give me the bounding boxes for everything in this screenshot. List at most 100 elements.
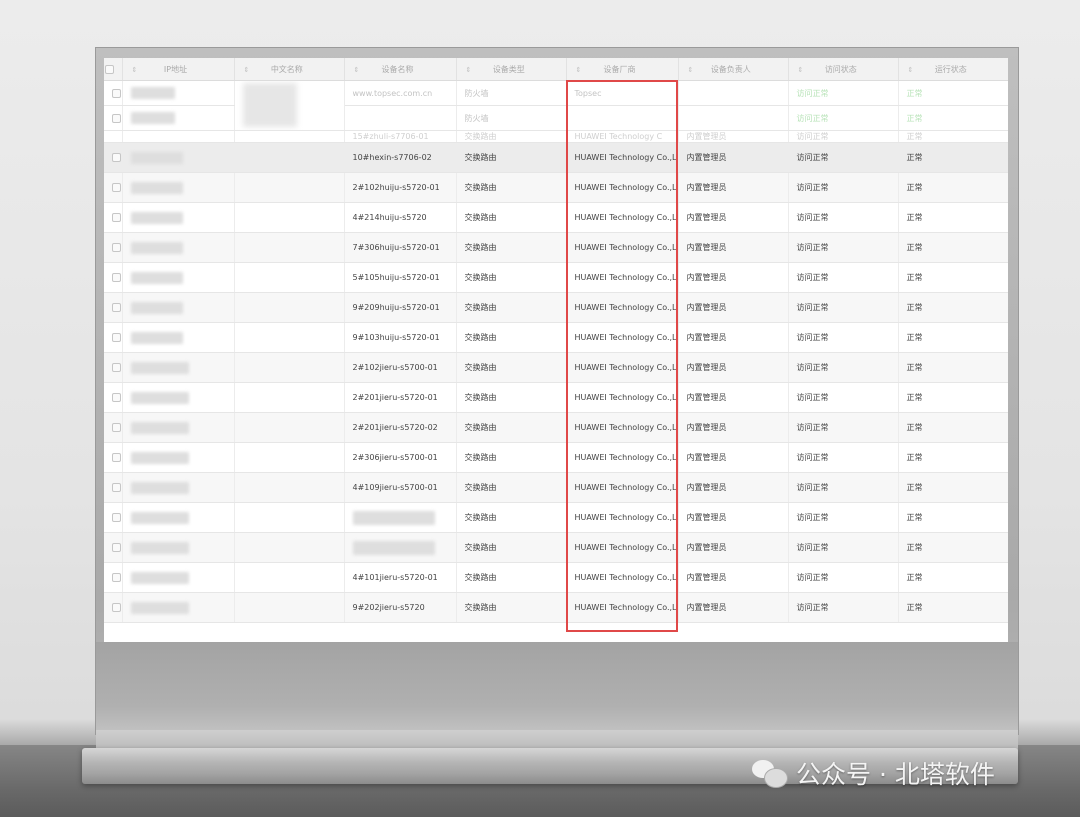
access-status-cell: 访问正常 — [788, 412, 899, 443]
row-checkbox[interactable] — [112, 603, 121, 612]
row-select[interactable] — [104, 202, 123, 233]
row-select[interactable] — [104, 442, 123, 473]
header-owner[interactable]: ⇕ 设备负责人 — [678, 58, 789, 81]
row-checkbox[interactable] — [112, 573, 121, 582]
vendor-cell: HUAWEI Technology Co.,Ltd — [566, 232, 679, 263]
vendor-cell: HUAWEI Technology Co.,Ltd — [566, 562, 679, 593]
header-owner-label: 设备负责人 — [710, 64, 751, 74]
row-select[interactable] — [104, 382, 123, 413]
header-ip[interactable]: ⇕ IP地址 — [122, 58, 235, 81]
ip-cell — [122, 382, 235, 413]
row-select[interactable] — [104, 562, 123, 593]
access-status-cell: 访问正常 — [788, 442, 899, 473]
owner-cell: 内置管理员 — [678, 172, 789, 203]
owner-cell — [678, 105, 789, 131]
owner-cell: 内置管理员 — [678, 130, 789, 143]
table-row-partial: 15#zhuli-s7706-01 交换路由 HUAWEI Technology… — [104, 130, 1008, 143]
row-checkbox[interactable] — [112, 393, 121, 402]
table-row[interactable]: 9#209huiju-s5720-01 交换路由 HUAWEI Technology… — [104, 292, 1008, 323]
row-select[interactable] — [104, 592, 123, 623]
owner-cell: 内置管理员 — [678, 142, 789, 173]
row-select[interactable] — [104, 80, 123, 106]
device-name-cell: 9#103huiju-s5720-01 — [344, 322, 457, 353]
table-row[interactable]: 2#201jieru-s5720-02 交换路由 HUAWEI Technology… — [104, 412, 1008, 443]
row-select[interactable] — [104, 322, 123, 353]
ip-cell — [122, 80, 235, 106]
table-row[interactable]: 4#214huiju-s5720 交换路由 HUAWEI Technology Co… — [104, 202, 1008, 233]
access-status-cell: 访问正常 — [788, 322, 899, 353]
table-row[interactable]: 4#101jieru-s5720-01 交换路由 HUAWEI Technology… — [104, 562, 1008, 593]
run-status-cell: 正常 — [898, 202, 1008, 233]
row-select[interactable] — [104, 232, 123, 263]
run-status-cell: 正常 — [898, 352, 1008, 383]
device-name-cell: 4#109jieru-s5700-01 — [344, 472, 457, 503]
ip-cell — [122, 142, 235, 173]
device-type-cell: 交换路由 — [456, 382, 567, 413]
header-vendor[interactable]: ⇕ 设备厂商 — [566, 58, 679, 81]
row-checkbox[interactable] — [112, 183, 121, 192]
select-all-header[interactable] — [104, 58, 123, 81]
table-row[interactable]: 2#102huiju-s5720-01 交换路由 HUAWEI Technology… — [104, 172, 1008, 203]
row-checkbox[interactable] — [112, 153, 121, 162]
redacted-ip — [130, 391, 189, 404]
row-select[interactable] — [104, 532, 123, 563]
table-row[interactable]: 4#109jieru-s5700-01 交换路由 HUAWEI Technology… — [104, 472, 1008, 503]
device-name-cell: 10#hexin-s7706-02 — [344, 142, 457, 173]
table-row[interactable]: 2#306jieru-s5700-01 交换路由 HUAWEI Technology… — [104, 442, 1008, 473]
table-row[interactable]: 2#201jieru-s5720-01 交换路由 HUAWEI Technology… — [104, 382, 1008, 413]
row-checkbox[interactable] — [112, 513, 121, 522]
row-select[interactable] — [104, 472, 123, 503]
redacted-ip — [130, 481, 189, 494]
row-select[interactable] — [104, 172, 123, 203]
table-row[interactable]: 10#hexin-s7706-02 交换路由 HUAWEI Technology C… — [104, 142, 1008, 173]
header-device-type[interactable]: ⇕ 设备类型 — [456, 58, 567, 81]
table-row[interactable]: 9#103huiju-s5720-01 交换路由 HUAWEI Technology… — [104, 322, 1008, 353]
row-select[interactable] — [104, 352, 123, 383]
row-checkbox[interactable] — [112, 88, 121, 98]
row-checkbox[interactable] — [112, 483, 121, 492]
header-cn-name[interactable]: ⇕ 中文名称 — [234, 58, 345, 81]
table-row[interactable]: 5#105huiju-s5720-01 交换路由 HUAWEI Technology… — [104, 262, 1008, 293]
table-row[interactable]: 9#202jieru-s5720 交换路由 HUAWEI Technology Co… — [104, 592, 1008, 623]
row-select[interactable] — [104, 262, 123, 293]
row-checkbox[interactable] — [112, 113, 121, 123]
access-status-cell: 访问正常 — [788, 130, 899, 143]
row-checkbox[interactable] — [112, 333, 121, 342]
ip-cell — [122, 592, 235, 623]
ip-cell — [122, 322, 235, 353]
table-row[interactable]: 7#306huiju-s5720-01 交换路由 HUAWEI Technology… — [104, 232, 1008, 263]
row-checkbox[interactable] — [112, 303, 121, 312]
header-run-status[interactable]: ⇕ 运行状态 — [898, 58, 1008, 81]
table-row[interactable]: 2#102jieru-s5700-01 交换路由 HUAWEI Technology… — [104, 352, 1008, 383]
cn-name-cell — [234, 442, 345, 473]
device-type-cell: 交换路由 — [456, 130, 567, 143]
owner-cell: 内置管理员 — [678, 592, 789, 623]
redacted-ip — [130, 541, 189, 554]
redacted-ip — [130, 181, 183, 194]
redacted-ip — [130, 211, 183, 224]
table-row[interactable]: www.topsec.com.cn 防火墙 Topsec 访问正常 正常 — [104, 80, 1008, 131]
row-select[interactable] — [104, 142, 123, 173]
row-checkbox[interactable] — [112, 363, 121, 372]
row-checkbox[interactable] — [112, 423, 121, 432]
header-device-name[interactable]: ⇕ 设备名称 — [344, 58, 457, 81]
table-row[interactable]: 交换路由 HUAWEI Technology Co.,Ltd 内置管理员 访问正常 正常 — [104, 502, 1008, 533]
device-name-cell: 4#101jieru-s5720-01 — [344, 562, 457, 593]
row-select[interactable] — [104, 502, 123, 533]
row-select[interactable] — [104, 292, 123, 323]
cn-name-cell — [234, 292, 345, 323]
table-row[interactable]: 交换路由 HUAWEI Technology Co.,Ltd 内置管理员 访问正常 正常 — [104, 532, 1008, 563]
row-checkbox[interactable] — [112, 213, 121, 222]
row-select[interactable] — [104, 105, 123, 131]
row-select[interactable] — [104, 412, 123, 443]
redacted-ip — [130, 421, 189, 434]
row-checkbox[interactable] — [112, 543, 121, 552]
select-all-checkbox[interactable] — [105, 64, 114, 74]
header-access-status[interactable]: ⇕ 访问状态 — [788, 58, 899, 81]
run-status-cell: 正常 — [898, 130, 1008, 143]
row-checkbox[interactable] — [112, 243, 121, 252]
row-checkbox[interactable] — [112, 273, 121, 282]
row-checkbox[interactable] — [112, 453, 121, 462]
vendor-cell: HUAWEI Technology Co.,Ltd — [566, 592, 679, 623]
device-type-cell: 交换路由 — [456, 412, 567, 443]
